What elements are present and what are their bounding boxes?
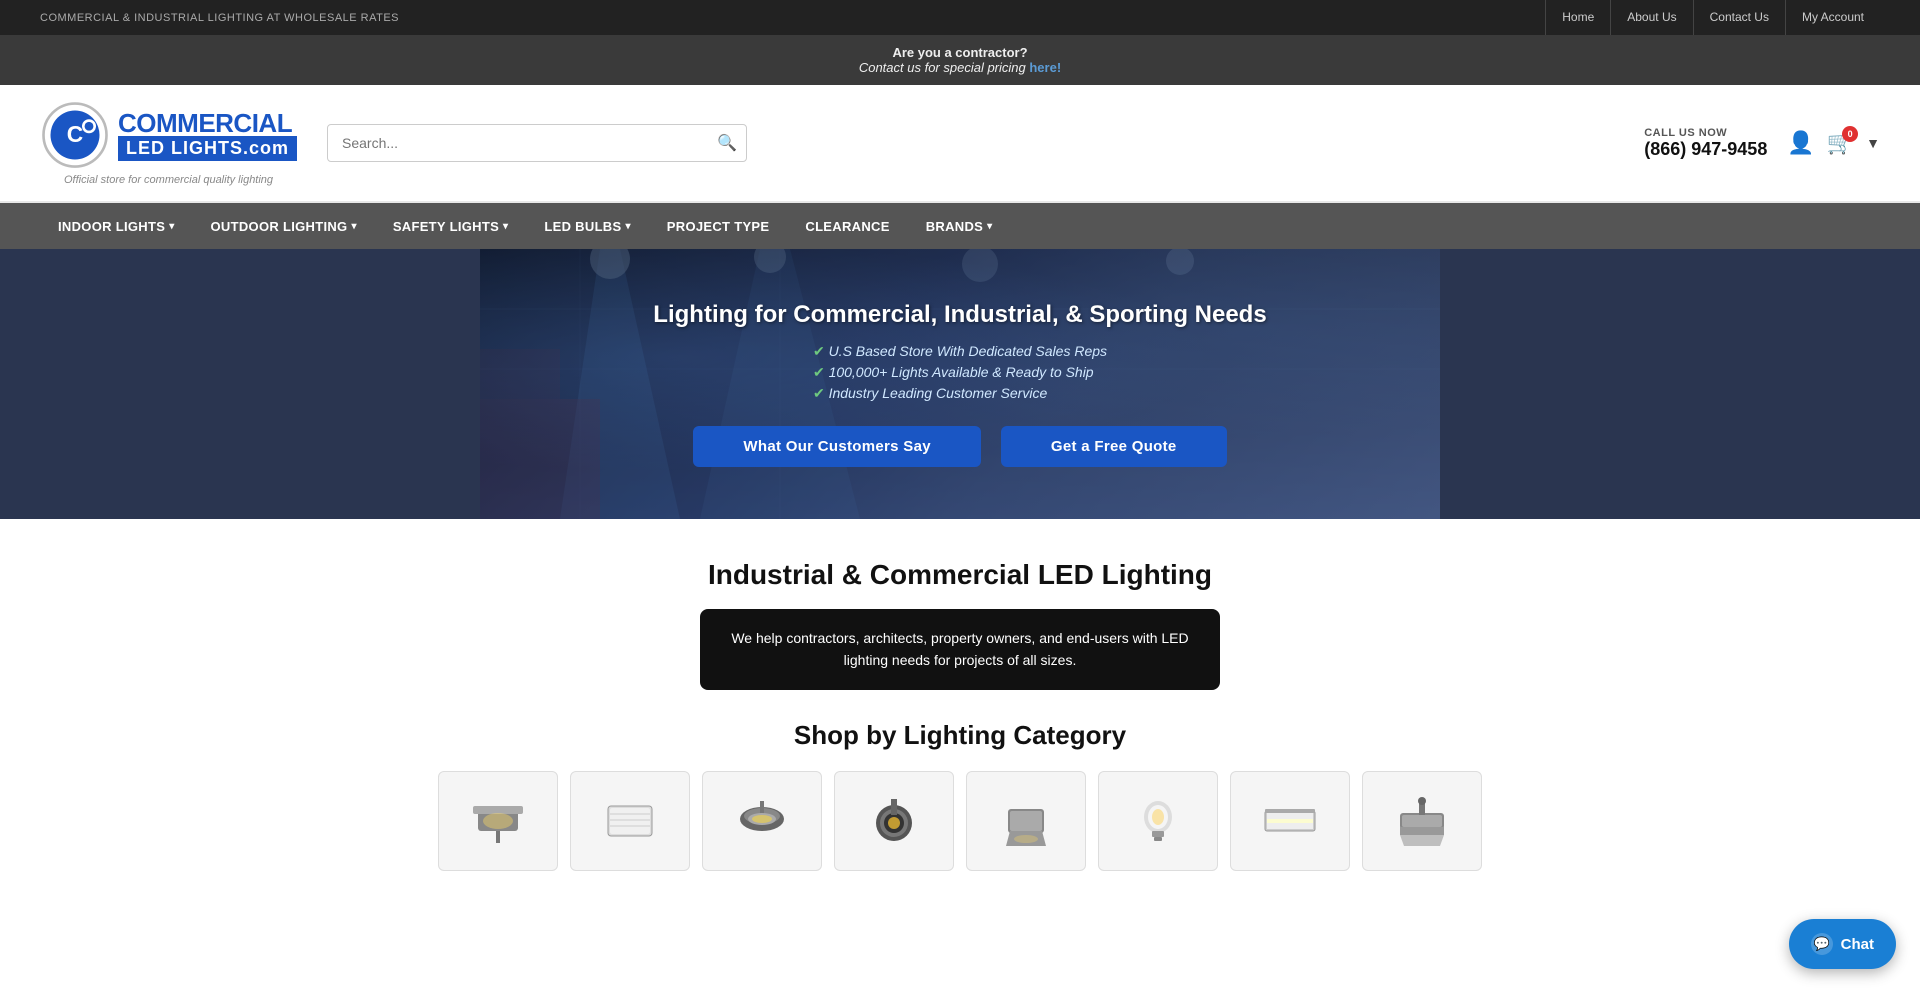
logo-box[interactable]: C COMMERCIAL LED LIGHTS.com xyxy=(40,100,297,170)
top-nav-about[interactable]: About Us xyxy=(1610,0,1692,35)
cart-badge: 0 xyxy=(1842,126,1858,142)
call-now: CALL US NOW (866) 947-9458 xyxy=(1644,127,1767,160)
hero-bullets: U.S Based Store With Dedicated Sales Rep… xyxy=(813,343,1107,406)
nav-safety-lights-chevron: ▾ xyxy=(503,221,508,232)
top-nav-account[interactable]: My Account xyxy=(1785,0,1880,35)
panel-light-icon xyxy=(600,791,660,851)
shoebox-icon xyxy=(1392,791,1452,851)
nav-bar: INDOOR LIGHTS ▾ OUTDOOR LIGHTING ▾ SAFET… xyxy=(0,203,1920,249)
nav-brands[interactable]: BRANDS ▾ xyxy=(908,203,1011,249)
header: C COMMERCIAL LED LIGHTS.com Official sto… xyxy=(0,85,1920,203)
hero-bullet-3: Industry Leading Customer Service xyxy=(813,385,1107,402)
nav-project-type[interactable]: PROJECT TYPE xyxy=(649,203,788,249)
call-now-label: CALL US NOW xyxy=(1644,127,1767,139)
nav-clearance[interactable]: CLEARANCE xyxy=(787,203,907,249)
high-bay-icon xyxy=(732,791,792,851)
hero-wrapper: Lighting for Commercial, Industrial, & S… xyxy=(0,249,1920,519)
below-hero-content: Industrial & Commercial LED Lighting We … xyxy=(480,559,1440,751)
category-thumb-1[interactable] xyxy=(438,771,558,871)
nav-led-bulbs[interactable]: LED BULBS ▾ xyxy=(526,203,648,249)
category-thumb-4[interactable] xyxy=(834,771,954,871)
category-thumb-7[interactable] xyxy=(1230,771,1350,871)
account-icon-button[interactable]: 👤 xyxy=(1787,130,1814,156)
call-now-number: (866) 947-9458 xyxy=(1644,139,1767,160)
top-bar: COMMERCIAL & INDUSTRIAL LIGHTING AT WHOL… xyxy=(0,0,1920,35)
hero-background: Lighting for Commercial, Industrial, & S… xyxy=(480,249,1440,519)
nav-outdoor-lighting-chevron: ▾ xyxy=(351,221,356,232)
contractor-link[interactable]: here! xyxy=(1029,60,1061,75)
contractor-main-text: Are you a contractor? xyxy=(892,45,1027,60)
bulb-icon xyxy=(1128,791,1188,851)
chat-bubble-icon: 💬 xyxy=(1811,933,1833,955)
category-thumb-2[interactable] xyxy=(570,771,690,871)
free-quote-button[interactable]: Get a Free Quote xyxy=(1001,426,1227,467)
cart-dropdown-button[interactable]: ▼ xyxy=(1866,135,1880,151)
customers-say-button[interactable]: What Our Customers Say xyxy=(693,426,980,467)
hero-title: Lighting for Commercial, Industrial, & S… xyxy=(653,301,1266,329)
search-area: 🔍 xyxy=(327,124,747,162)
top-bar-tagline: COMMERCIAL & INDUSTRIAL LIGHTING AT WHOL… xyxy=(40,12,399,24)
hero-content: Lighting for Commercial, Industrial, & S… xyxy=(633,281,1286,487)
nav-indoor-lights[interactable]: INDOOR LIGHTS ▾ xyxy=(40,203,193,249)
logo-text-bottom: LED LIGHTS.com xyxy=(118,136,297,161)
shop-category-title: Shop by Lighting Category xyxy=(480,720,1440,751)
search-button[interactable]: 🔍 xyxy=(717,133,737,153)
nav-outdoor-lighting[interactable]: OUTDOOR LIGHTING ▾ xyxy=(193,203,375,249)
logo-subtitle: Official store for commercial quality li… xyxy=(64,174,273,186)
top-nav-home[interactable]: Home xyxy=(1545,0,1610,35)
category-thumb-5[interactable] xyxy=(966,771,1086,871)
chat-button[interactable]: 💬 Chat xyxy=(1789,919,1896,969)
nav-indoor-lights-chevron: ▾ xyxy=(169,221,174,232)
top-bar-nav: Home About Us Contact Us My Account xyxy=(1545,0,1880,35)
below-hero-description: We help contractors, architects, propert… xyxy=(700,609,1220,690)
wall-pack-icon xyxy=(996,791,1056,851)
header-icons: 👤 🛒 0 ▼ xyxy=(1787,130,1880,156)
nav-led-bulbs-chevron: ▾ xyxy=(625,221,630,232)
logo-text-area: COMMERCIAL LED LIGHTS.com xyxy=(118,110,297,161)
below-hero-section: Industrial & Commercial LED Lighting We … xyxy=(0,519,1920,891)
troffer-icon xyxy=(1260,791,1320,851)
cart-icon-button[interactable]: 🛒 0 xyxy=(1827,130,1854,156)
category-thumb-8[interactable] xyxy=(1362,771,1482,871)
nav-safety-lights[interactable]: SAFETY LIGHTS ▾ xyxy=(375,203,527,249)
contractor-sub-text: Contact us for special pricing xyxy=(859,60,1030,75)
contractor-banner: Are you a contractor? Contact us for spe… xyxy=(0,35,1920,85)
svg-text:C: C xyxy=(67,121,83,147)
search-input[interactable] xyxy=(327,124,747,162)
below-hero-title: Industrial & Commercial LED Lighting xyxy=(480,559,1440,591)
header-right: CALL US NOW (866) 947-9458 👤 🛒 0 ▼ xyxy=(1644,127,1880,160)
hero-buttons: What Our Customers Say Get a Free Quote xyxy=(653,426,1266,467)
round-flood-icon xyxy=(864,791,924,851)
hero-bullet-1: U.S Based Store With Dedicated Sales Rep… xyxy=(813,343,1107,360)
category-thumb-3[interactable] xyxy=(702,771,822,871)
logo-icon: C xyxy=(40,100,110,170)
logo-text-top: COMMERCIAL xyxy=(118,110,297,136)
flood-light-icon xyxy=(468,791,528,851)
category-thumb-6[interactable] xyxy=(1098,771,1218,871)
top-nav-contact[interactable]: Contact Us xyxy=(1693,0,1785,35)
chat-label: Chat xyxy=(1841,936,1874,953)
hero-bullet-2: 100,000+ Lights Available & Ready to Shi… xyxy=(813,364,1107,381)
logo-area: C COMMERCIAL LED LIGHTS.com Official sto… xyxy=(40,100,297,186)
nav-brands-chevron: ▾ xyxy=(987,221,992,232)
category-row xyxy=(20,771,1900,871)
